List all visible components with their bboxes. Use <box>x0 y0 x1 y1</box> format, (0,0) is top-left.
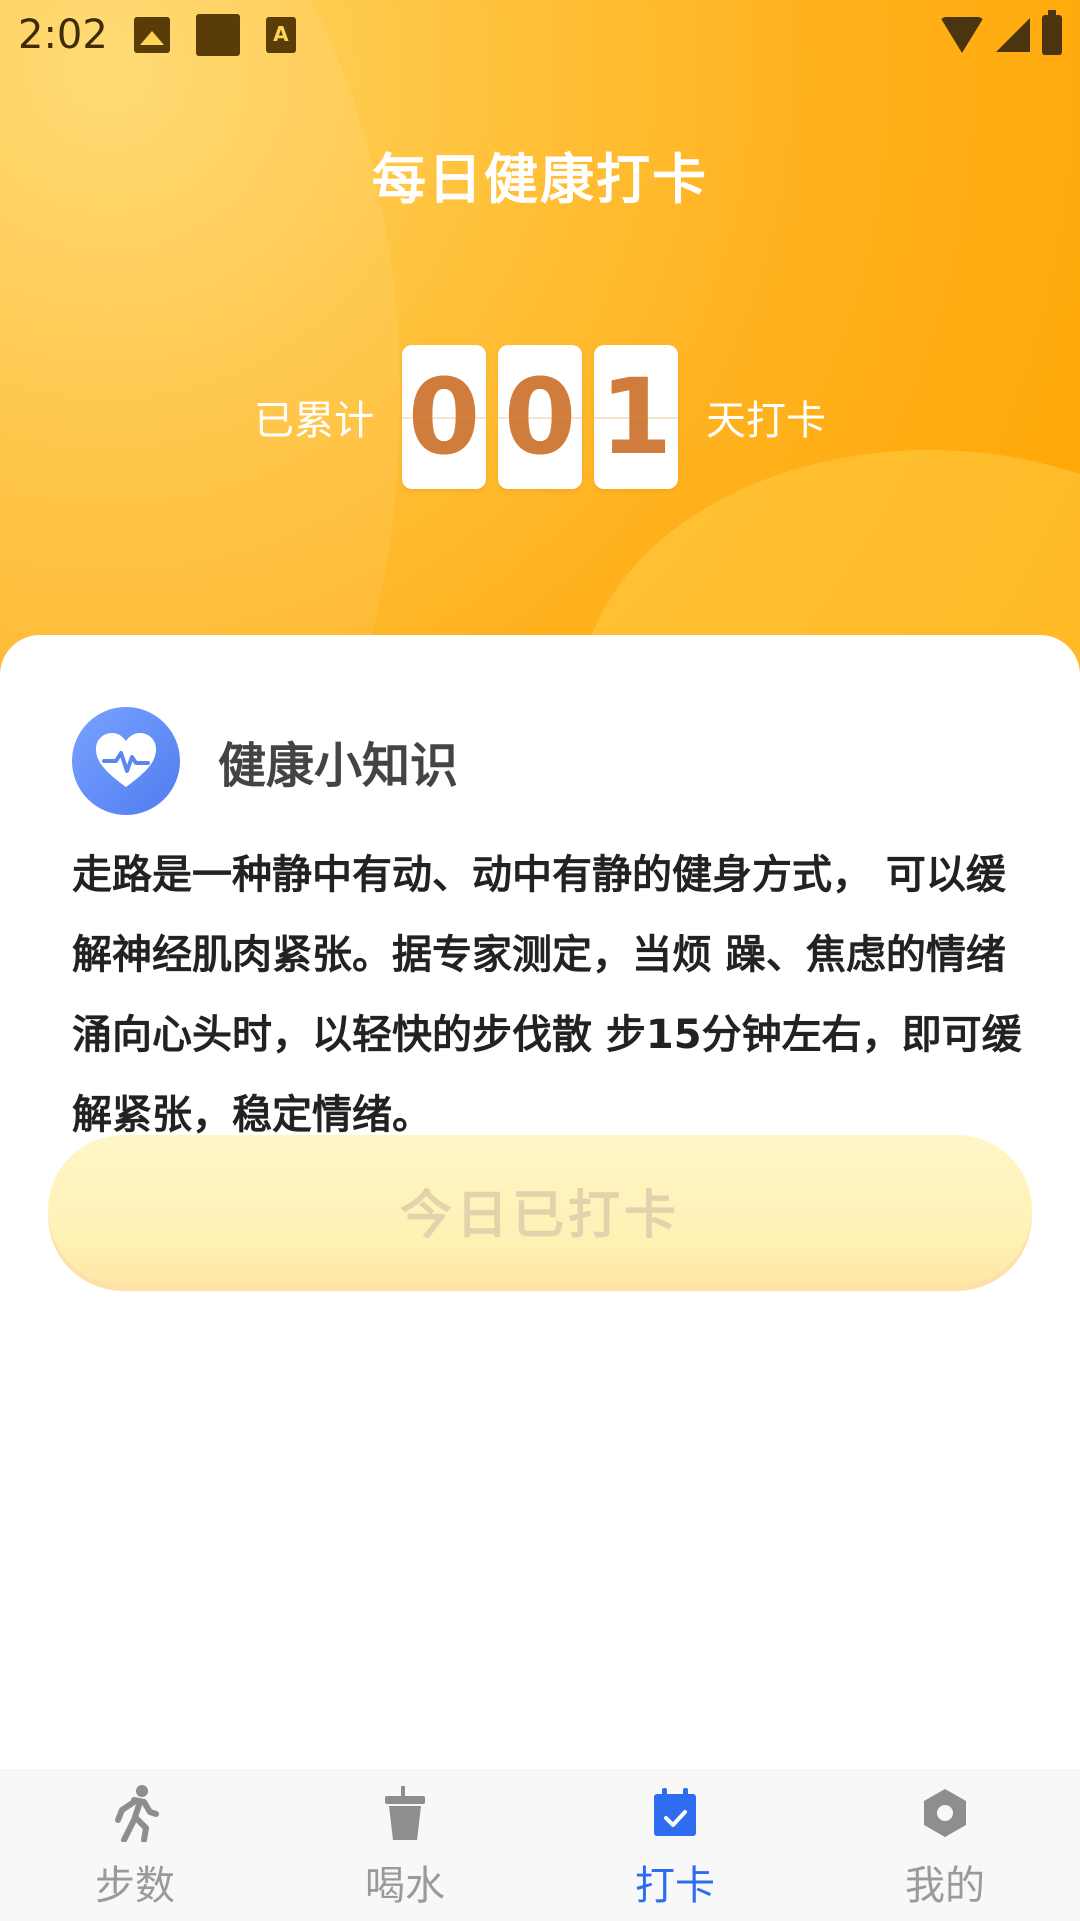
battery-icon <box>1042 10 1062 55</box>
app-notification-icon <box>195 14 240 56</box>
status-time: 2:02 <box>18 12 108 58</box>
walk-icon <box>105 1783 165 1843</box>
calendar-check-icon <box>645 1783 705 1843</box>
tab-checkin[interactable]: 打卡 <box>540 1771 810 1921</box>
tip-title: 健康小知识 <box>218 738 459 794</box>
checkin-button[interactable]: 今日已打卡 <box>48 1135 1032 1285</box>
tab-label: 步数 <box>95 1863 175 1909</box>
tab-label: 打卡 <box>635 1863 715 1909</box>
status-bar: 2:02 A <box>0 0 1080 70</box>
image-notification-icon <box>133 17 170 53</box>
tab-profile[interactable]: 我的 <box>810 1771 1080 1921</box>
text-notification-icon: A <box>265 17 296 53</box>
counter-digit: 0 <box>402 345 486 489</box>
heart-pulse-icon <box>72 707 180 815</box>
tab-water[interactable]: 喝水 <box>270 1771 540 1921</box>
counter-prefix: 已累计 <box>254 398 374 444</box>
counter-suffix: 天打卡 <box>706 398 826 444</box>
status-left: 2:02 A <box>18 12 296 58</box>
tab-label: 喝水 <box>365 1863 445 1909</box>
tip-header: 健康小知识 <box>72 707 458 815</box>
counter-digit: 0 <box>498 345 582 489</box>
cup-icon <box>375 1783 435 1843</box>
counter-digit: 1 <box>594 345 678 489</box>
tip-body: 走路是一种静中有动、动中有静的健身方式， 可以缓解神经肌肉紧张。据专家测定，当烦… <box>72 852 1022 1138</box>
page-title: 每日健康打卡 <box>372 148 708 211</box>
wifi-icon <box>940 17 984 53</box>
bottom-tab-bar: 步数 喝水 打卡 我的 <box>0 1770 1080 1921</box>
cell-signal-icon <box>996 18 1030 52</box>
checkin-counter: 已累计 0 0 1 天打卡 <box>0 345 1080 489</box>
counter-digits: 0 0 1 <box>402 345 678 489</box>
tab-steps[interactable]: 步数 <box>0 1771 270 1921</box>
status-right <box>940 10 1062 55</box>
hexagon-settings-icon <box>915 1783 975 1843</box>
tab-label: 我的 <box>905 1863 985 1909</box>
